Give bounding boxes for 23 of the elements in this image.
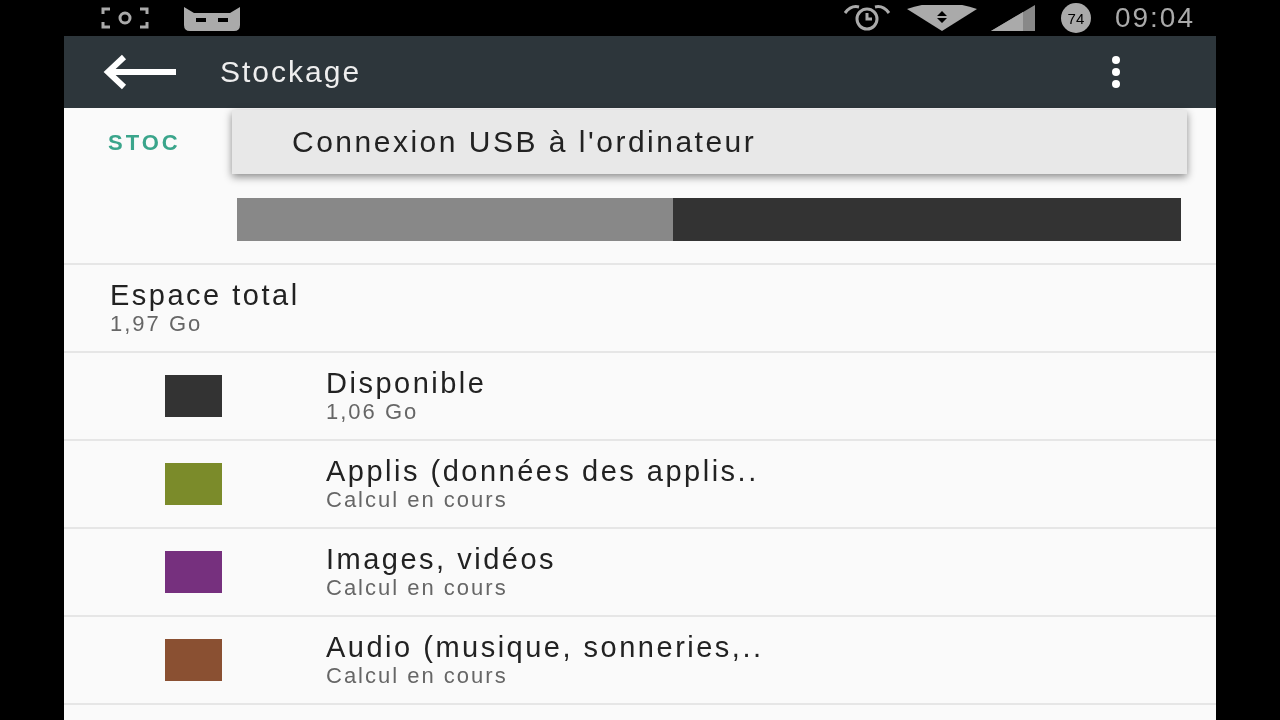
total-space-label: Espace total xyxy=(110,279,300,311)
category-size: Calcul en cours xyxy=(326,575,509,601)
storage-category-item[interactable]: Applis (données des applis.. Calcul en cours xyxy=(64,441,1216,529)
battery-level: 74 xyxy=(1060,3,1091,33)
category-name: Applis (données des applis.. xyxy=(326,455,759,487)
screen-title: Stockage xyxy=(220,55,363,89)
total-space-value: 1,97 Go xyxy=(110,311,204,337)
category-size: Calcul en cours xyxy=(326,663,509,689)
category-name: Disponible xyxy=(326,367,487,399)
menu-item[interactable]: Connexion USB à l'ordinateur xyxy=(232,110,1187,174)
screenshot-icon xyxy=(100,6,150,30)
more-options-icon[interactable] xyxy=(1110,56,1122,88)
storage-category-item[interactable]: Images, vidéos Calcul en cours xyxy=(64,529,1216,617)
category-name: Images, vidéos xyxy=(326,543,557,575)
signal-icon xyxy=(990,5,1035,31)
storage-category-item[interactable]: Disponible 1,06 Go xyxy=(64,353,1216,441)
clock-time: 09:04 xyxy=(1114,2,1195,34)
category-size: 1,06 Go xyxy=(326,399,420,425)
category-size: Calcul en cours xyxy=(326,487,509,513)
storage-category-item[interactable]: Audio (musique, sonneries,.. Calcul en cours xyxy=(64,617,1216,705)
section-header: STOC xyxy=(108,130,181,156)
wifi-icon xyxy=(906,5,977,31)
category-name: Audio (musique, sonneries,.. xyxy=(326,631,764,663)
